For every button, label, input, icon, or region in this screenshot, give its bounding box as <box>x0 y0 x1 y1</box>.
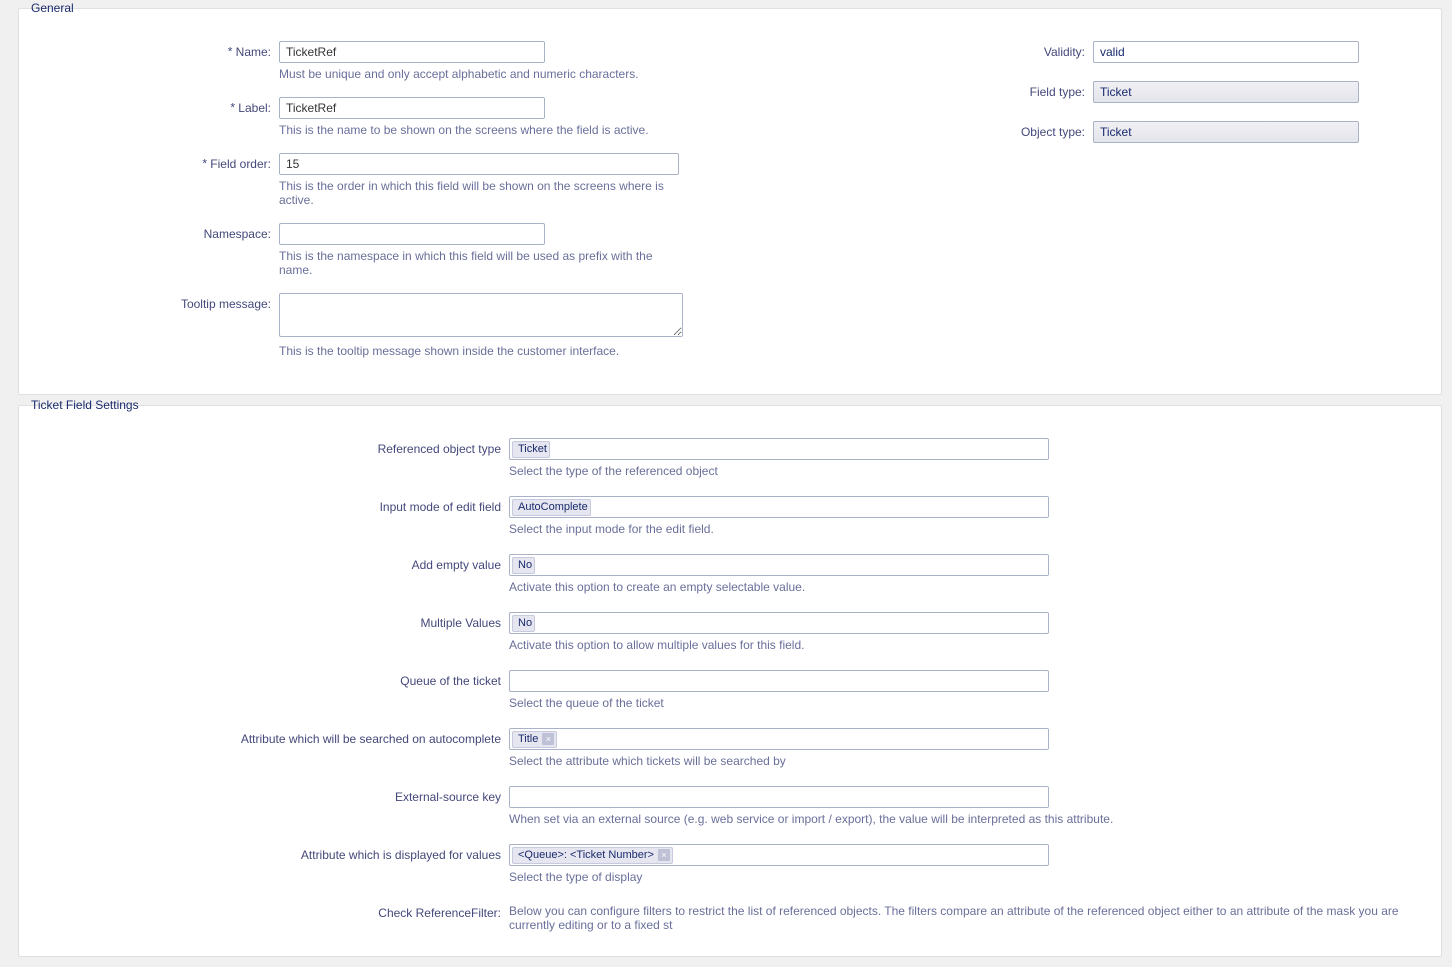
tooltip-input[interactable] <box>279 293 683 337</box>
ref-object-type-label: Referenced object type <box>378 442 501 456</box>
search-attr-hint: Select the attribute which tickets will … <box>509 754 1421 768</box>
field-order-label: Field order: <box>210 157 271 171</box>
required-mark: * <box>201 158 208 172</box>
tooltip-hint: This is the tooltip message shown inside… <box>279 344 683 358</box>
ref-object-type-row: Referenced object type Ticket Select the… <box>39 438 1421 492</box>
general-title: General <box>27 1 78 15</box>
input-mode-select[interactable]: AutoComplete <box>509 496 1049 518</box>
search-attr-row: Attribute which will be searched on auto… <box>39 728 1421 782</box>
name-input[interactable] <box>279 41 545 63</box>
field-order-input[interactable] <box>279 153 679 175</box>
display-attr-row: Attribute which is displayed for values … <box>39 844 1421 898</box>
multiple-values-tag: No <box>512 615 535 632</box>
validity-select[interactable]: valid <box>1093 41 1359 63</box>
check-filter-label: Check ReferenceFilter: <box>378 906 501 920</box>
display-attr-select[interactable]: <Queue>: <Ticket Number> × <box>509 844 1049 866</box>
required-mark: * <box>226 46 233 60</box>
queue-select[interactable] <box>509 670 1049 692</box>
queue-row: Queue of the ticket Select the queue of … <box>39 670 1421 724</box>
field-order-row: *Field order: This is the order in which… <box>39 153 683 219</box>
add-empty-hint: Activate this option to create an empty … <box>509 580 1421 594</box>
settings-title: Ticket Field Settings <box>27 398 143 412</box>
name-label: Name: <box>236 45 271 59</box>
check-filter-row: Check ReferenceFilter: Below you can con… <box>39 902 1421 932</box>
validity-row: Validity: valid <box>993 41 1421 63</box>
add-empty-tag: No <box>512 557 535 574</box>
label-label: Label: <box>238 101 271 115</box>
object-type-row: Object type: Ticket <box>993 121 1421 143</box>
search-attr-tag: Title × <box>512 731 557 748</box>
search-attr-select[interactable]: Title × <box>509 728 1049 750</box>
queue-hint: Select the queue of the ticket <box>509 696 1421 710</box>
ext-source-hint: When set via an external source (e.g. we… <box>509 812 1421 826</box>
ref-object-type-tag: Ticket <box>512 441 550 458</box>
namespace-input[interactable] <box>279 223 545 245</box>
field-type-select: Ticket <box>1093 81 1359 103</box>
field-type-label: Field type: <box>1030 85 1085 99</box>
namespace-row: Namespace: This is the namespace in whic… <box>39 223 683 289</box>
display-attr-tag: <Queue>: <Ticket Number> × <box>512 847 673 864</box>
add-empty-select[interactable]: No <box>509 554 1049 576</box>
check-filter-hint: Below you can configure filters to restr… <box>509 904 1421 932</box>
field-order-hint: This is the order in which this field wi… <box>279 179 683 207</box>
required-mark: * <box>229 102 236 116</box>
close-icon[interactable]: × <box>658 849 670 861</box>
multiple-values-hint: Activate this option to allow multiple v… <box>509 638 1421 652</box>
tooltip-row: Tooltip message: This is the tooltip mes… <box>39 293 683 370</box>
multiple-values-row: Multiple Values No Activate this option … <box>39 612 1421 666</box>
input-mode-row: Input mode of edit field AutoComplete Se… <box>39 496 1421 550</box>
label-row: *Label: This is the name to be shown on … <box>39 97 683 149</box>
close-icon[interactable]: × <box>542 733 554 745</box>
multiple-values-label: Multiple Values <box>421 616 501 630</box>
tooltip-label: Tooltip message: <box>181 297 271 311</box>
input-mode-tag: AutoComplete <box>512 499 591 516</box>
namespace-hint: This is the namespace in which this fiel… <box>279 249 683 277</box>
label-hint: This is the name to be shown on the scre… <box>279 123 683 137</box>
field-type-row: Field type: Ticket <box>993 81 1421 103</box>
input-mode-label: Input mode of edit field <box>380 500 501 514</box>
object-type-select: Ticket <box>1093 121 1359 143</box>
search-attr-label: Attribute which will be searched on auto… <box>241 732 501 746</box>
namespace-label: Namespace: <box>204 227 271 241</box>
multiple-values-select[interactable]: No <box>509 612 1049 634</box>
display-attr-hint: Select the type of display <box>509 870 1421 884</box>
add-empty-label: Add empty value <box>412 558 501 572</box>
label-input[interactable] <box>279 97 545 119</box>
input-mode-hint: Select the input mode for the edit field… <box>509 522 1421 536</box>
add-empty-row: Add empty value No Activate this option … <box>39 554 1421 608</box>
ext-source-row: External-source key When set via an exte… <box>39 786 1421 840</box>
name-row: *Name: Must be unique and only accept al… <box>39 41 683 93</box>
name-hint: Must be unique and only accept alphabeti… <box>279 67 683 81</box>
ext-source-select[interactable] <box>509 786 1049 808</box>
object-type-label: Object type: <box>1021 125 1085 139</box>
ext-source-label: External-source key <box>395 790 501 804</box>
ref-object-type-hint: Select the type of the referenced object <box>509 464 1421 478</box>
display-attr-label: Attribute which is displayed for values <box>301 848 501 862</box>
general-panel: General *Name: Must be unique and only a… <box>18 8 1442 395</box>
ref-object-type-select[interactable]: Ticket <box>509 438 1049 460</box>
validity-label: Validity: <box>1044 45 1085 59</box>
settings-panel: Ticket Field Settings Referenced object … <box>18 405 1442 957</box>
queue-label: Queue of the ticket <box>400 674 501 688</box>
